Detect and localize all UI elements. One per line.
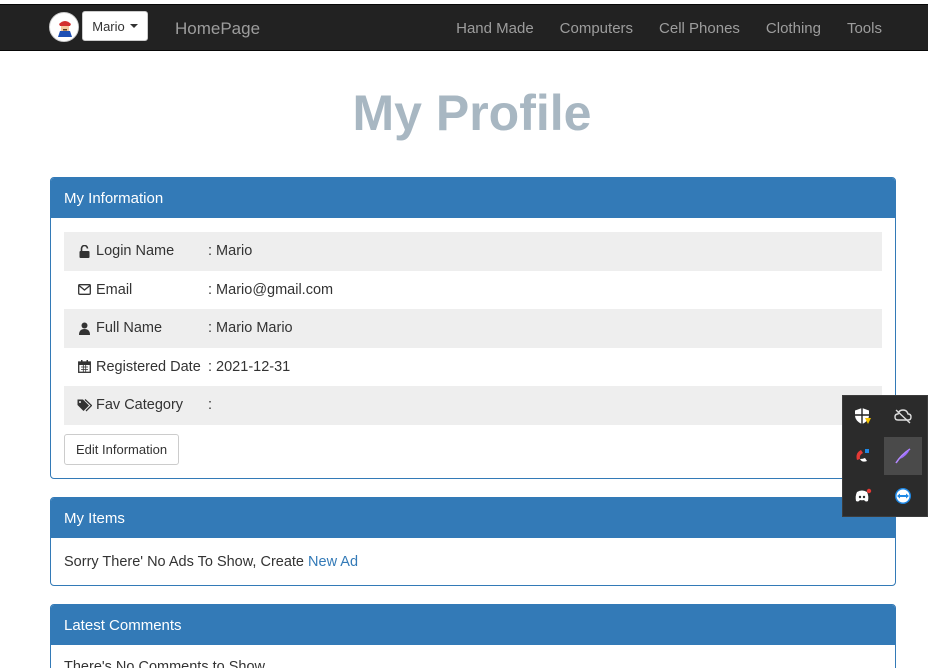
unlock-icon bbox=[74, 244, 94, 258]
no-ads-message: Sorry There' No Ads To Show, Create bbox=[64, 553, 304, 570]
panel-body-my-information: Login Name : Mario Email : Mario@gmail.c… bbox=[51, 218, 895, 478]
my-items-panel: My Items Sorry There' No Ads To Show, Cr… bbox=[50, 497, 896, 586]
nav-links: Hand Made Computers Cell Phones Clothing… bbox=[443, 20, 882, 37]
info-value: : Mario@gmail.com bbox=[208, 281, 334, 298]
info-row-fav-category: Fav Category : bbox=[64, 386, 882, 425]
edit-information-button[interactable]: Edit Information bbox=[64, 433, 180, 465]
system-tray-overflow bbox=[842, 395, 928, 517]
new-ad-link[interactable]: New Ad bbox=[308, 554, 358, 570]
no-comments-message: There's No Comments to Show bbox=[64, 659, 266, 668]
user-dropdown-button[interactable]: Mario bbox=[82, 11, 148, 41]
info-value: : Mario Mario bbox=[208, 320, 293, 337]
discord-icon[interactable] bbox=[844, 477, 882, 515]
info-label: Login Name bbox=[96, 243, 175, 260]
info-value: : bbox=[208, 397, 213, 414]
magnet-app-icon[interactable] bbox=[844, 437, 882, 475]
info-row-registered-date: Registered Date : 2021-12-31 bbox=[64, 348, 882, 387]
nav-link-hand-made[interactable]: Hand Made bbox=[443, 20, 547, 37]
latest-comments-panel: Latest Comments There's No Comments to S… bbox=[50, 604, 896, 668]
info-label: Registered Date bbox=[96, 358, 201, 375]
info-row-login-name: Login Name : Mario bbox=[64, 232, 882, 271]
panel-heading-my-information: My Information bbox=[51, 178, 895, 218]
info-row-email: Email : Mario@gmail.com bbox=[64, 271, 882, 310]
brand-homepage-link[interactable]: HomePage bbox=[175, 19, 260, 39]
user-icon bbox=[74, 322, 94, 335]
nav-link-clothing[interactable]: Clothing bbox=[753, 20, 834, 37]
panel-heading-my-items: My Items bbox=[51, 498, 895, 538]
caret-down-icon bbox=[129, 24, 138, 28]
info-row-full-name: Full Name : Mario Mario bbox=[64, 309, 882, 348]
tags-icon bbox=[74, 398, 94, 412]
envelope-icon bbox=[74, 284, 94, 296]
user-dropdown-label: Mario bbox=[92, 18, 125, 34]
security-shield-icon[interactable] bbox=[844, 397, 882, 435]
teamviewer-icon[interactable] bbox=[884, 477, 922, 515]
feather-pen-icon[interactable] bbox=[884, 437, 922, 475]
cloud-offline-icon[interactable] bbox=[884, 397, 922, 435]
avatar[interactable] bbox=[49, 12, 79, 42]
info-label: Full Name bbox=[96, 320, 163, 337]
info-label: Email bbox=[96, 281, 133, 298]
calendar-icon bbox=[74, 360, 94, 374]
nav-link-computers[interactable]: Computers bbox=[547, 20, 646, 37]
page-title: My Profile bbox=[352, 85, 592, 141]
nav-link-cell-phones[interactable]: Cell Phones bbox=[646, 20, 753, 37]
mario-avatar-icon bbox=[51, 14, 78, 41]
nav-link-tools[interactable]: Tools bbox=[834, 20, 882, 37]
top-navbar: Mario HomePage Hand Made Computers Cell … bbox=[0, 4, 928, 51]
info-label: Fav Category bbox=[96, 397, 184, 414]
panel-heading-latest-comments: Latest Comments bbox=[51, 605, 895, 645]
info-value: : Mario bbox=[208, 243, 253, 260]
panel-body-my-items: Sorry There' No Ads To Show, Create New … bbox=[51, 538, 895, 585]
info-value: : 2021-12-31 bbox=[208, 358, 291, 375]
my-information-panel: My Information Login Name : Mario Email … bbox=[50, 177, 896, 479]
panel-body-latest-comments: There's No Comments to Show bbox=[51, 645, 895, 668]
